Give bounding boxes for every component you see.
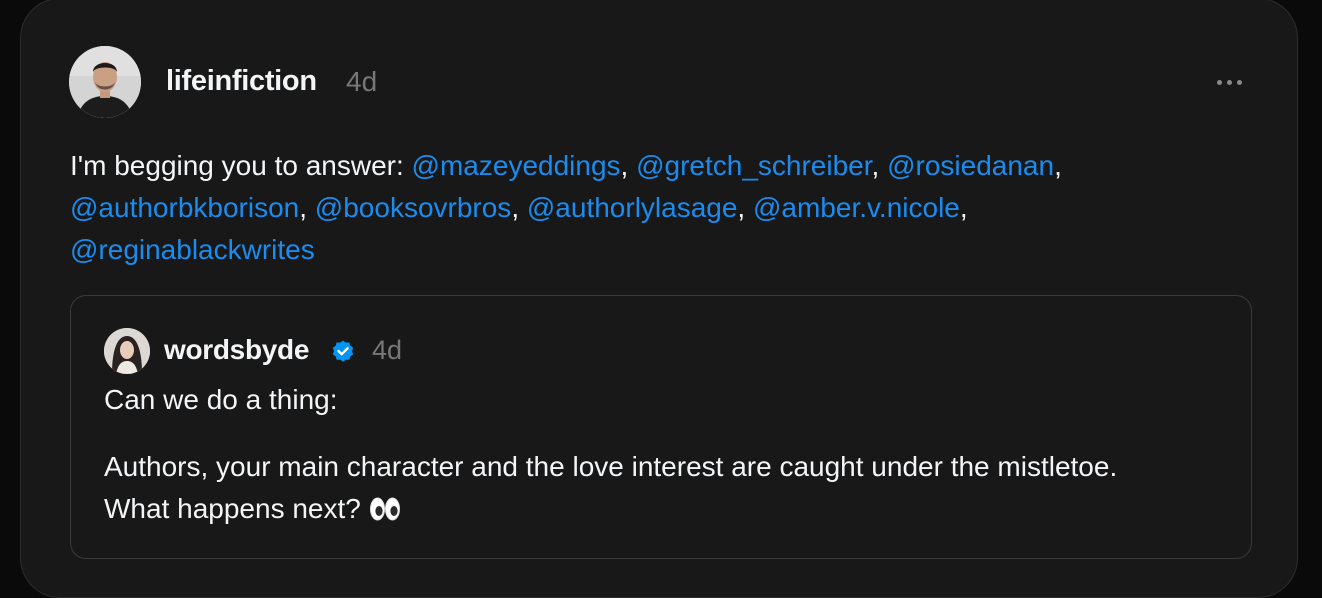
quoted-author-avatar[interactable] — [104, 328, 150, 374]
mention-link[interactable]: @reginablackwrites — [70, 234, 315, 265]
verified-badge-icon — [332, 340, 354, 362]
mention-link[interactable]: @gretch_schreiber — [636, 150, 871, 181]
post-card: lifeinfiction 4d I'm begging you to answ… — [20, 0, 1298, 598]
mention-link[interactable]: @amber.v.nicole — [753, 192, 960, 223]
post-body: I'm begging you to answer: @mazeyeddings… — [70, 145, 1230, 271]
quoted-post-timestamp[interactable]: 4d — [372, 335, 402, 366]
author-username[interactable]: lifeinfiction — [166, 65, 317, 98]
separator: , — [959, 192, 968, 223]
quoted-author-username[interactable]: wordsbyde — [164, 334, 309, 366]
separator: , — [737, 192, 753, 223]
separator: , — [511, 192, 527, 223]
separator: , — [1054, 150, 1062, 181]
separator: , — [299, 192, 315, 223]
mention-link[interactable]: @mazeyeddings — [412, 150, 621, 181]
author-avatar[interactable] — [69, 46, 141, 118]
post-timestamp[interactable]: 4d — [346, 66, 377, 98]
more-horizontal-icon[interactable] — [1209, 65, 1249, 99]
mention-link[interactable]: @authorbkborison — [70, 192, 299, 223]
quoted-text-paragraph: Authors, your main character and the lov… — [104, 446, 1134, 530]
separator: , — [871, 150, 888, 181]
mention-link[interactable]: @booksovrbros — [315, 192, 512, 223]
eyes-emoji-icon — [369, 497, 400, 521]
quoted-post[interactable]: wordsbyde 4d Can we do a thing: Authors,… — [70, 295, 1252, 559]
post-text-prefix: I'm begging you to answer: — [70, 150, 412, 181]
mention-link[interactable]: @rosiedanan — [887, 150, 1054, 181]
quoted-paragraph-text: Authors, your main character and the lov… — [104, 451, 1118, 524]
separator: , — [620, 150, 637, 181]
mention-link[interactable]: @authorlylasage — [527, 192, 738, 223]
quoted-text-line: Can we do a thing: — [104, 384, 338, 415]
